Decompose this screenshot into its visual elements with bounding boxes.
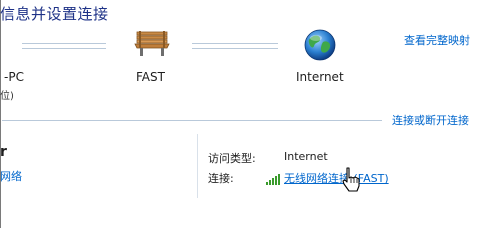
page-title: 信息并设置连接 [0, 5, 109, 23]
access-type-label: 访问类型: [208, 152, 256, 165]
bench-icon[interactable] [134, 28, 170, 58]
network-type-link[interactable]: 网络 [0, 168, 22, 184]
wireless-connection-link[interactable]: 无线网络连接 (FAST) [284, 170, 389, 186]
internet-name: Internet [296, 70, 344, 84]
details-separator [197, 134, 198, 198]
router-name: FAST [136, 70, 165, 84]
window-left-border [0, 0, 1, 228]
connect-disconnect-link[interactable]: 连接或断开连接 [392, 112, 469, 128]
globe-icon[interactable] [303, 28, 337, 62]
active-network-name: r [0, 144, 7, 160]
view-full-map-link[interactable]: 查看完整映射 [404, 32, 470, 48]
section-divider [2, 120, 382, 121]
signal-bars-icon [266, 170, 280, 185]
computer-name: -PC [4, 70, 24, 84]
connection-label: 连接: [208, 172, 234, 185]
connection-line-router-internet [192, 43, 278, 49]
connection-line-computer-router [22, 43, 106, 49]
hand-cursor-icon [340, 166, 362, 194]
computer-subtitle: 位) [0, 91, 14, 102]
access-type-value: Internet [284, 150, 328, 163]
